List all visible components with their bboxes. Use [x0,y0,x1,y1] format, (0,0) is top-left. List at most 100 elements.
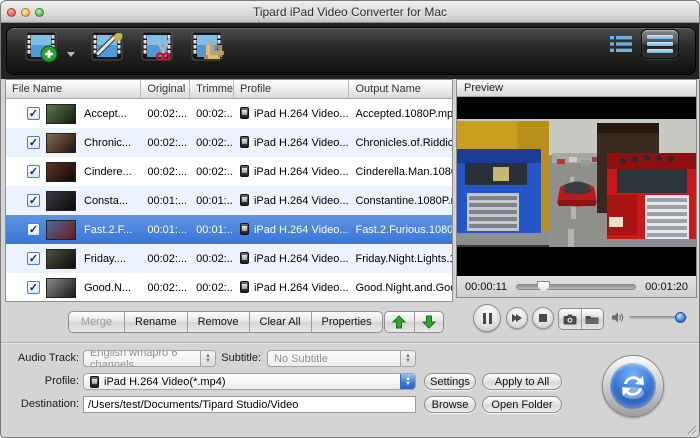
trimmed-length: 00:02:... [190,253,234,265]
preview-progress-thumb[interactable] [537,281,550,293]
trimmed-length: 00:02:... [190,108,234,120]
add-video-menu-caret[interactable] [67,52,75,57]
profile-value: iPad H.264 Video(*.mp4) [104,376,225,388]
volume-icon [611,311,624,324]
row-checkbox[interactable]: ✓ [27,136,40,149]
open-folder-button[interactable]: Open Folder [482,396,562,413]
browse-button[interactable]: Browse [424,396,476,413]
row-profile: iPad H.264 Video... [234,165,349,178]
ipad-device-icon [240,194,249,206]
camera-icon [563,314,577,325]
merge-button[interactable]: Merge [69,312,125,332]
snapshot-folder-button[interactable] [582,309,604,329]
table-row[interactable]: ✓Consta...00:01:...00:01:...iPad H.264 V… [6,186,452,215]
row-checkbox[interactable]: ✓ [27,165,40,178]
video-thumbnail [46,220,76,240]
settings-button[interactable]: Settings [424,373,476,390]
volume-thumb[interactable] [675,312,686,323]
row-checkbox[interactable]: ✓ [27,223,40,236]
video-thumbnail [46,133,76,153]
fast-forward-button[interactable] [506,307,528,329]
add-video-button[interactable] [25,30,59,64]
progress-track[interactable] [516,284,636,290]
subtitle-dropdown[interactable]: No Subtitle ▲▼ [267,350,416,367]
close-button[interactable] [7,8,16,17]
original-length: 00:02:... [141,166,190,178]
row-checkbox[interactable]: ✓ [27,281,40,294]
trimmed-length: 00:01:... [190,224,234,236]
table-row[interactable]: ✓Chronic...00:02:...00:02:...iPad H.264 … [6,128,452,157]
app-window: Tipard iPad Video Converter for Mac [0,0,700,438]
ipad-device-icon [240,136,249,148]
row-profile: iPad H.264 Video... [234,136,349,149]
table-row[interactable]: ✓Friday....00:02:...00:02:...iPad H.264 … [6,244,452,273]
table-header: File NameOriginal LeTrimmed LProfileOutp… [6,80,452,99]
column-header-file-name[interactable]: File Name [6,80,141,98]
snapshot-button[interactable] [559,309,582,329]
toolbar [1,23,700,79]
pause-button[interactable] [473,304,501,332]
table-row[interactable]: ✓Fast.2.F...00:01:...00:01:...iPad H.264… [6,215,452,244]
trimmed-length: 00:01:... [190,195,234,207]
row-profile: iPad H.264 Video... [234,107,349,120]
table-row[interactable]: ✓Accept...00:02:...00:02:...iPad H.264 V… [6,99,452,128]
apply-to-all-button[interactable]: Apply to All [482,373,562,390]
column-header-profile[interactable]: Profile [234,80,349,98]
column-header-original-le[interactable]: Original Le [141,80,190,98]
rename-button[interactable]: Rename [125,312,188,332]
file-name: Accept... [84,108,127,120]
row-profile: iPad H.264 Video... [234,281,349,294]
list-button-bar: Merge Rename Remove Clear All Properties [1,310,456,334]
effect-button[interactable] [91,30,125,64]
properties-button[interactable]: Properties [312,312,382,332]
clear-all-button[interactable]: Clear All [250,312,312,332]
move-down-button[interactable] [415,312,444,332]
trim-button[interactable] [141,30,175,64]
list-view-button[interactable] [609,33,633,55]
table-row[interactable]: ✓Good.N...00:02:...00:02:...iPad H.264 V… [6,273,452,302]
table-row[interactable]: ✓Cindere...00:02:...00:02:...iPad H.264 … [6,157,452,186]
row-profile: iPad H.264 Video... [234,223,349,236]
resize-grip[interactable] [685,423,697,435]
video-thumbnail [46,249,76,269]
row-checkbox[interactable]: ✓ [27,107,40,120]
profile-dropdown[interactable]: iPad H.264 Video(*.mp4) ▲▼ [83,373,416,390]
detail-view-button[interactable] [641,29,679,59]
crop-button[interactable] [191,30,225,64]
folder-icon [585,314,599,325]
column-header-trimmed-l[interactable]: Trimmed L [190,80,234,98]
output-name: Good.Night.and.Good... [349,282,452,294]
zoom-button[interactable] [35,8,44,17]
original-length: 00:01:... [141,224,190,236]
remove-button[interactable]: Remove [188,312,250,332]
volume-track[interactable] [629,316,687,319]
title-bar: Tipard iPad Video Converter for Mac [1,1,699,23]
stop-button[interactable] [532,307,554,329]
column-header-output-name[interactable]: Output Name [349,80,452,98]
row-profile: iPad H.264 Video... [234,194,349,207]
convert-button[interactable] [602,355,664,417]
destination-label: Destination: [3,398,79,410]
subtitle-stepper: ▲▼ [400,351,415,366]
convert-icon [610,363,656,409]
row-checkbox[interactable]: ✓ [27,252,40,265]
player-controls [456,301,697,337]
total-time: 00:01:20 [645,281,688,293]
original-length: 00:02:... [141,253,190,265]
original-length: 00:01:... [141,195,190,207]
minimize-button[interactable] [21,8,30,17]
file-name: Consta... [84,195,128,207]
subtitle-label: Subtitle: [187,352,261,364]
original-length: 00:02:... [141,108,190,120]
file-name: Chronic... [84,137,131,149]
destination-input[interactable] [83,396,416,413]
video-thumbnail [46,191,76,211]
detail-view-icon [647,42,673,46]
ipad-device-icon [240,281,249,293]
output-name: Constantine.1080P.m... [349,195,452,207]
ipad-device-icon [240,223,249,235]
row-checkbox[interactable]: ✓ [27,194,40,207]
preview-panel: Preview [456,79,697,298]
profile-label: Profile: [3,375,79,387]
move-up-button[interactable] [385,312,415,332]
